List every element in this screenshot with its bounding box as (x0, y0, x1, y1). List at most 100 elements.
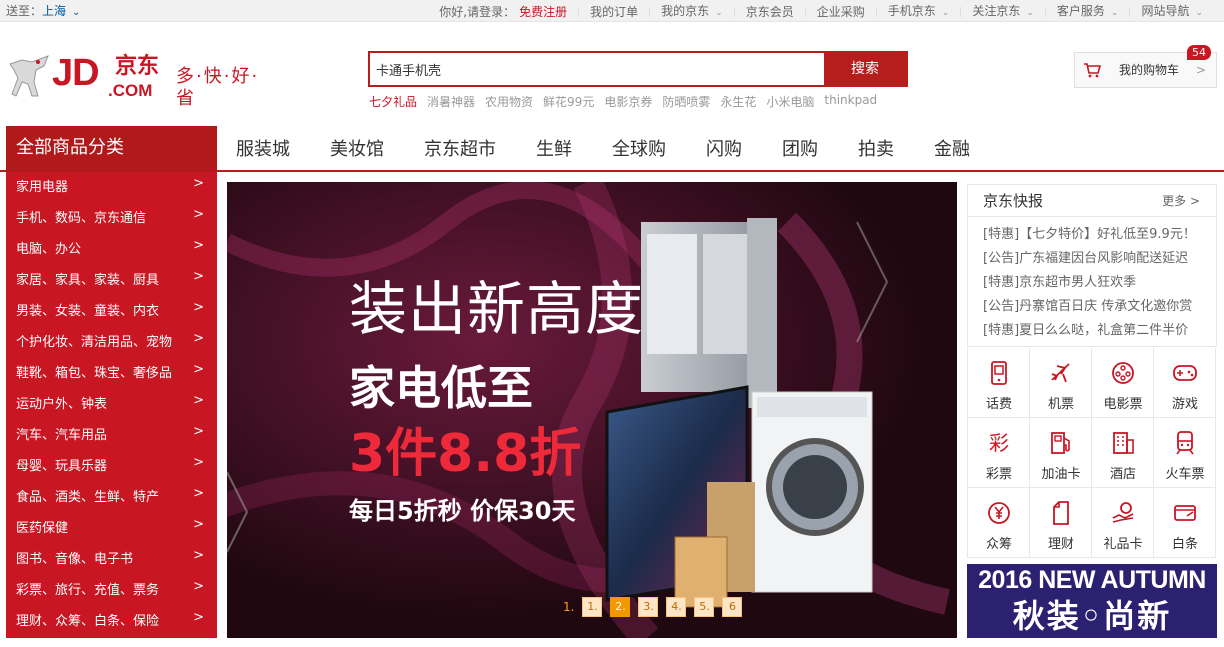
category-item[interactable]: 家用电器 > (6, 172, 217, 203)
link-follow-jd[interactable]: 关注京东 ⌄ (961, 0, 1045, 24)
link-my-orders[interactable]: 我的订单 (579, 1, 649, 23)
category-label[interactable]: 家居、家具、家装、厨具 (16, 273, 159, 288)
nav-item-global[interactable]: 全球购 (612, 135, 666, 161)
link-mobile-jd-label[interactable]: 手机京东 (888, 4, 936, 18)
link-jd-member[interactable]: 京东会员 (735, 1, 805, 23)
category-item[interactable]: 电脑、办公 > (6, 234, 217, 265)
category-item[interactable]: 鞋靴、箱包、珠宝、奢侈品 > (6, 358, 217, 389)
hotword-link[interactable]: 永生花 (720, 93, 756, 110)
promo-banner[interactable]: 装出新高度 家电低至 3件8.8折 每日5折秒 价保30天 1. 1. 2. 3… (227, 182, 957, 638)
hotword-link[interactable]: thinkpad (824, 93, 877, 110)
chevron-down-icon[interactable]: ⌄ (72, 7, 80, 18)
category-label[interactable]: 食品、酒类、生鲜、特产 (16, 490, 159, 505)
category-label[interactable]: 鞋靴、箱包、珠宝、奢侈品 (16, 366, 172, 381)
nav-item-supermarket[interactable]: 京东超市 (424, 135, 496, 161)
pagination-dot[interactable]: 1. (582, 597, 603, 617)
chevron-down-icon[interactable]: ⌄ (1195, 8, 1203, 18)
pagination-dot[interactable]: 4. (666, 597, 687, 617)
category-label[interactable]: 男装、女装、童装、内衣 (16, 304, 159, 319)
nav-item-flash-sale[interactable]: 闪购 (706, 135, 742, 161)
search-button[interactable]: 搜索 (824, 53, 906, 85)
category-label[interactable]: 理财、众筹、白条、保险 (16, 614, 159, 629)
delivery-location[interactable]: 送至：上海 ⌄ (6, 0, 80, 24)
category-item[interactable]: 家居、家具、家装、厨具 > (6, 265, 217, 296)
nav-item-beauty[interactable]: 美妆馆 (330, 135, 384, 161)
jd-logo[interactable]: JD .COM 京东 多·快·好·省 (8, 52, 278, 109)
news-item[interactable]: [特惠]夏日么么哒，礼盒第二件半价 (983, 319, 1196, 343)
hotword-link[interactable]: 电影京券 (604, 93, 652, 110)
chevron-down-icon[interactable]: ⌄ (1111, 8, 1119, 18)
category-label[interactable]: 彩票、旅行、充值、票务 (16, 583, 159, 598)
shopping-cart-button[interactable]: 我的购物车 > 54 (1074, 45, 1217, 88)
hotword-link[interactable]: 小米电脑 (766, 93, 814, 110)
greeting-text[interactable]: 你好,请登录： (439, 5, 515, 19)
service-flight[interactable]: 机票 (1030, 348, 1092, 418)
link-customer-service-label[interactable]: 客户服务 (1057, 4, 1105, 18)
login-prompt[interactable]: 你好,请登录： 免费注册 (439, 1, 578, 23)
register-link[interactable]: 免费注册 (519, 5, 567, 19)
category-item[interactable]: 母婴、玩具乐器 > (6, 451, 217, 482)
news-item[interactable]: [特惠]京东超市男人狂欢季 (983, 271, 1196, 295)
category-label[interactable]: 运动户外、钟表 (16, 397, 107, 412)
category-item[interactable]: 理财、众筹、白条、保险 > (6, 606, 217, 637)
location-city[interactable]: 上海 (42, 4, 66, 18)
category-label[interactable]: 电脑、办公 (16, 242, 81, 257)
pagination-dot[interactable]: 6 (722, 597, 743, 617)
link-follow-jd-label[interactable]: 关注京东 (972, 4, 1020, 18)
link-my-jd-label[interactable]: 我的京东 (661, 4, 709, 18)
category-label[interactable]: 手机、数码、京东通信 (16, 211, 146, 226)
category-item[interactable]: 医药保健 > (6, 513, 217, 544)
pagination-dot-active[interactable]: 2. (610, 597, 631, 617)
link-enterprise[interactable]: 企业采购 (806, 1, 876, 23)
chevron-down-icon[interactable]: ⌄ (715, 8, 723, 18)
category-label[interactable]: 图书、音像、电子书 (16, 552, 133, 567)
news-more-link[interactable]: 更多 > (1162, 185, 1200, 217)
category-label[interactable]: 个护化妆、清洁用品、宠物 (16, 335, 172, 350)
hotword-link[interactable]: 七夕礼品 (369, 93, 417, 110)
service-baitiao-credit[interactable]: 白条 (1154, 488, 1216, 558)
category-label[interactable]: 医药保健 (16, 521, 68, 536)
category-item[interactable]: 手机、数码、京东通信 > (6, 203, 217, 234)
service-crowdfunding[interactable]: 众筹 (968, 488, 1030, 558)
nav-item-clothing[interactable]: 服装城 (236, 135, 290, 161)
news-item[interactable]: [特惠]【七夕特价】好礼低至9.9元！ (983, 223, 1196, 247)
category-label[interactable]: 家用电器 (16, 180, 68, 195)
news-item[interactable]: [公告]丹寨馆百日庆 传承文化邀你赏 (983, 295, 1196, 319)
category-item[interactable]: 彩票、旅行、充值、票务 > (6, 575, 217, 606)
pagination-dot[interactable]: 3. (638, 597, 659, 617)
service-lottery[interactable]: 彩 彩票 (968, 418, 1030, 488)
link-customer-service[interactable]: 客户服务 ⌄ (1046, 0, 1130, 24)
link-my-jd[interactable]: 我的京东 ⌄ (650, 0, 734, 24)
nav-item-auction[interactable]: 拍卖 (858, 135, 894, 161)
category-item[interactable]: 运动户外、钟表 > (6, 389, 217, 420)
pagination-dot[interactable]: 5. (694, 597, 715, 617)
category-label[interactable]: 母婴、玩具乐器 (16, 459, 107, 474)
hotword-link[interactable]: 防晒喷雾 (662, 93, 710, 110)
all-categories-tab[interactable]: 全部商品分类 (6, 126, 217, 172)
search-input[interactable] (370, 53, 826, 85)
link-mobile-jd[interactable]: 手机京东 ⌄ (877, 0, 961, 24)
service-train-ticket[interactable]: 火车票 (1154, 418, 1216, 488)
hotword-link[interactable]: 鲜花99元 (543, 93, 594, 110)
chevron-down-icon[interactable]: ⌄ (942, 8, 950, 18)
category-item[interactable]: 食品、酒类、生鲜、特产 > (6, 482, 217, 513)
hotword-link[interactable]: 农用物资 (485, 93, 533, 110)
autumn-fashion-ad[interactable]: 2016 NEW AUTUMN 秋装◦尚新 (967, 564, 1217, 638)
hotword-link[interactable]: 消暑神器 (427, 93, 475, 110)
service-gift-card[interactable]: 礼品卡 (1092, 488, 1154, 558)
service-phone-recharge[interactable]: 话费 (968, 348, 1030, 418)
nav-item-fresh[interactable]: 生鲜 (536, 135, 572, 161)
news-item[interactable]: [公告]广东福建因台风影响配送延迟 (983, 247, 1196, 271)
category-item[interactable]: 个护化妆、清洁用品、宠物 > (6, 327, 217, 358)
link-site-nav[interactable]: 网站导航 ⌄ (1130, 0, 1214, 24)
service-movie-ticket[interactable]: 电影票 (1092, 348, 1154, 418)
nav-item-finance[interactable]: 金融 (934, 135, 970, 161)
chevron-down-icon[interactable]: ⌄ (1026, 8, 1034, 18)
link-site-nav-label[interactable]: 网站导航 (1141, 4, 1189, 18)
service-hotel[interactable]: 酒店 (1092, 418, 1154, 488)
service-fuel-card[interactable]: 加油卡 (1030, 418, 1092, 488)
category-label[interactable]: 汽车、汽车用品 (16, 428, 107, 443)
category-item[interactable]: 男装、女装、童装、内衣 > (6, 296, 217, 327)
category-item[interactable]: 汽车、汽车用品 > (6, 420, 217, 451)
service-wealth[interactable]: 理财 (1030, 488, 1092, 558)
